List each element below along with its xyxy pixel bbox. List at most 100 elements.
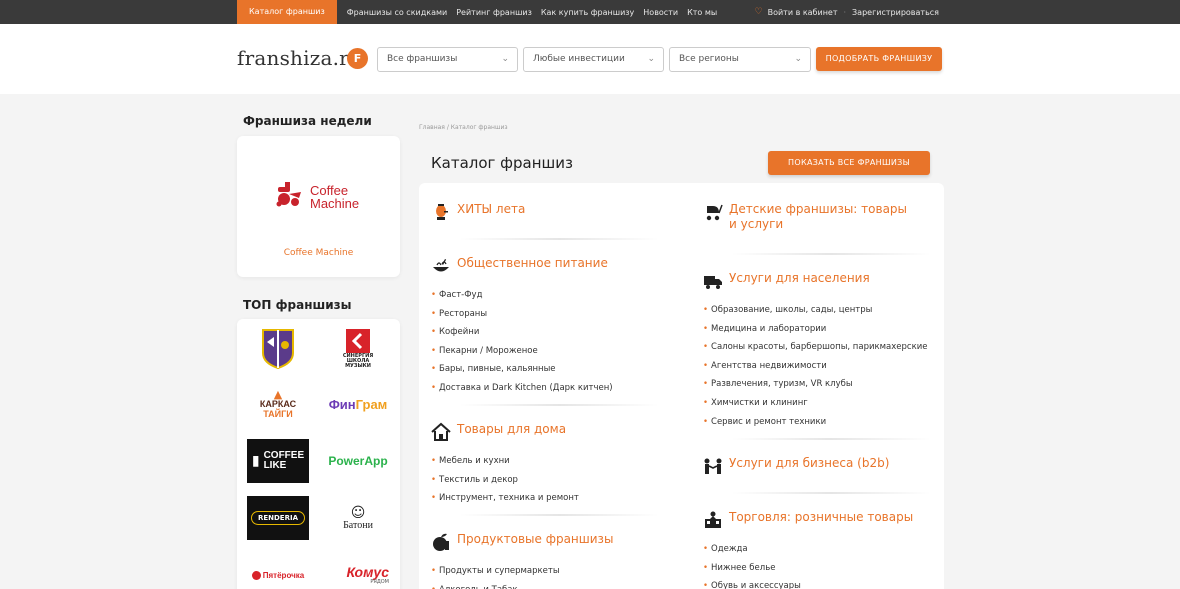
food-bowl-icon <box>433 259 449 272</box>
auth-links: ♡ Войти в кабинет · Зарегистрироваться <box>755 0 940 24</box>
renderia-text: RENDERIA <box>250 511 306 525</box>
category-title[interactable]: Услуги для населения <box>729 271 870 286</box>
category-home-goods[interactable]: Товары для дома Мебель и кухни Текстиль … <box>431 422 579 508</box>
top-logo-shield[interactable] <box>247 326 309 370</box>
category-items: Мебель и кухни Текстиль и декор Инструме… <box>431 452 579 508</box>
category-hits[interactable]: ХИТЫ лета <box>431 202 525 222</box>
category-items: Одежда Нижнее белье Обувь и аксессуары <box>703 540 913 589</box>
franchise-type-value: Все франшизы <box>387 54 458 64</box>
header: franshiza.ru F Все франшизы ⌄ Любые инве… <box>0 24 1180 94</box>
cup-icon: ▮ <box>251 453 260 469</box>
category-item[interactable]: Одежда <box>703 540 913 559</box>
topnav-how-to-buy[interactable]: Как купить франшизу <box>541 8 634 17</box>
truck-icon <box>704 276 722 289</box>
separator: · <box>843 7 847 17</box>
register-link[interactable]: Зарегистрироваться <box>852 8 939 17</box>
category-item[interactable]: Текстиль и декор <box>431 471 579 490</box>
handshake-icon <box>704 458 722 474</box>
category-kids[interactable]: Детские франшизы: товары и услуги <box>703 202 913 232</box>
category-item[interactable]: Продукты и супермаркеты <box>431 562 613 581</box>
top-logo-renderia[interactable]: RENDERIA <box>247 496 309 540</box>
topnav-news[interactable]: Новости <box>643 8 678 17</box>
category-item[interactable]: Мебель и кухни <box>431 452 579 471</box>
top-logo-batoni[interactable]: ☺ Батони <box>327 496 389 540</box>
category-item[interactable]: Обувь и аксессуары <box>703 577 913 589</box>
divider <box>459 514 659 516</box>
top-logo-karkas-taigi[interactable]: ▲ КАРКАС ТАЙГИ <box>247 382 309 426</box>
investment-value: Любые инвестиции <box>533 54 625 64</box>
category-item[interactable]: Салоны красоты, барбершопы, парикмахерск… <box>703 338 927 357</box>
karkas-line2: ТАЙГИ <box>263 409 293 419</box>
category-title[interactable]: Общественное питание <box>457 256 608 271</box>
divider <box>731 492 931 494</box>
category-item[interactable]: Алкоголь и Табак <box>431 581 613 589</box>
category-item[interactable]: Пекарни / Мороженое <box>431 342 613 361</box>
category-consumer-services[interactable]: Услуги для населения Образование, школы,… <box>703 271 927 431</box>
franchise-of-week-title: Франшиза недели <box>243 114 372 128</box>
category-item[interactable]: Бары, пивные, кальянные <box>431 360 613 379</box>
fingram-part2: Грам <box>355 396 388 412</box>
franchise-of-week-name[interactable]: Coffee Machine <box>237 248 400 258</box>
stroller-icon <box>706 204 723 221</box>
top-logo-powerapp[interactable]: PowerApp <box>327 439 389 483</box>
category-retail[interactable]: Торговля: розничные товары Одежда Нижнее… <box>703 510 913 589</box>
category-title[interactable]: Торговля: розничные товары <box>729 510 913 525</box>
topnav-about[interactable]: Кто мы <box>687 8 717 17</box>
category-item[interactable]: Медицина и лаборатории <box>703 320 927 339</box>
login-link[interactable]: Войти в кабинет <box>768 8 838 17</box>
category-title[interactable]: ХИТЫ лета <box>457 202 525 217</box>
category-food[interactable]: Общественное питание Фаст-Фуд Рестораны … <box>431 256 613 398</box>
category-item[interactable]: Сервис и ремонт техники <box>703 413 927 432</box>
batoni-text: Батони <box>343 519 373 531</box>
category-title[interactable]: Услуги для бизнеса (b2b) <box>729 456 889 471</box>
category-item[interactable]: Химчистки и клининг <box>703 394 927 413</box>
divider <box>731 438 931 440</box>
pyaterochka-text: Пятёрочка <box>262 570 305 580</box>
category-item[interactable]: Нижнее белье <box>703 559 913 578</box>
category-grocery[interactable]: Продуктовые франшизы Продукты и супермар… <box>431 532 613 589</box>
chevron-down-icon: ⌄ <box>501 54 509 64</box>
chef-icon: ☺ <box>350 504 366 521</box>
find-franchise-button[interactable]: ПОДОБРАТЬ ФРАНШИЗУ <box>816 47 942 71</box>
topnav-catalog[interactable]: Каталог франшиз <box>237 0 337 24</box>
region-select[interactable]: Все регионы ⌄ <box>669 47 811 72</box>
coffee-like-text: COFFEE LIKE <box>264 451 305 471</box>
region-value: Все регионы <box>679 54 739 64</box>
category-item[interactable]: Доставка и Dark Kitchen (Дарк китчен) <box>431 379 613 398</box>
chevron-down-icon: ⌄ <box>647 54 655 64</box>
shop-icon <box>705 511 721 528</box>
top-logo-fingram[interactable]: Фин Грам <box>327 382 389 426</box>
top-logo-pyaterochka[interactable]: Пятёрочка <box>247 553 309 589</box>
category-item[interactable]: Развлечения, туризм, VR клубы <box>703 375 927 394</box>
franchise-type-select[interactable]: Все франшизы ⌄ <box>377 47 518 72</box>
franchise-of-week-card[interactable]: Coffee Machine Coffee Machine <box>237 136 400 277</box>
breadcrumb[interactable]: Главная / Каталог франшиз <box>419 124 508 131</box>
catalog-card: ХИТЫ лета Общественное питание Фаст-Фуд … <box>419 183 944 589</box>
site-logo[interactable]: franshiza.ru <box>237 46 362 70</box>
top-logo-synergy-music[interactable]: СИНЕРГИЯ ШКОЛА МУЗЫКИ <box>327 326 389 370</box>
topnav-rating[interactable]: Рейтинг франшиз <box>456 8 532 17</box>
investment-select[interactable]: Любые инвестиции ⌄ <box>523 47 664 72</box>
category-item[interactable]: Рестораны <box>431 305 613 324</box>
category-title[interactable]: Продуктовые франшизы <box>457 532 613 547</box>
top-logo-coffee-like[interactable]: ▮ COFFEE LIKE <box>247 439 309 483</box>
category-items: Образование, школы, сады, центры Медицин… <box>703 301 927 431</box>
show-all-franchises-button[interactable]: ПОКАЗАТЬ ВСЕ ФРАНШИЗЫ <box>768 151 930 175</box>
fingram-part1: Фин <box>328 396 356 412</box>
divider <box>459 404 659 406</box>
category-item[interactable]: Инструмент, техника и ремонт <box>431 489 579 508</box>
category-item[interactable]: Кофейни <box>431 323 613 342</box>
category-items: Фаст-Фуд Рестораны Кофейни Пекарни / Мор… <box>431 286 613 398</box>
synergy-line3: МУЗЫКИ <box>345 362 371 369</box>
category-b2b[interactable]: Услуги для бизнеса (b2b) <box>703 456 889 476</box>
category-item[interactable]: Фаст-Фуд <box>431 286 613 305</box>
logo-badge[interactable]: F <box>347 48 368 69</box>
category-title[interactable]: Детские франшизы: товары и услуги <box>729 202 913 232</box>
divider <box>459 238 659 240</box>
category-title[interactable]: Товары для дома <box>457 422 566 437</box>
top-logo-komus[interactable]: Комус РЯДОМ <box>327 553 389 589</box>
topnav-discounts[interactable]: Франшизы со скидками <box>347 8 448 17</box>
category-item[interactable]: Образование, школы, сады, центры <box>703 301 927 320</box>
top-bar: Каталог франшиз Франшизы со скидками Рей… <box>0 0 1180 24</box>
category-item[interactable]: Агентства недвижимости <box>703 357 927 376</box>
